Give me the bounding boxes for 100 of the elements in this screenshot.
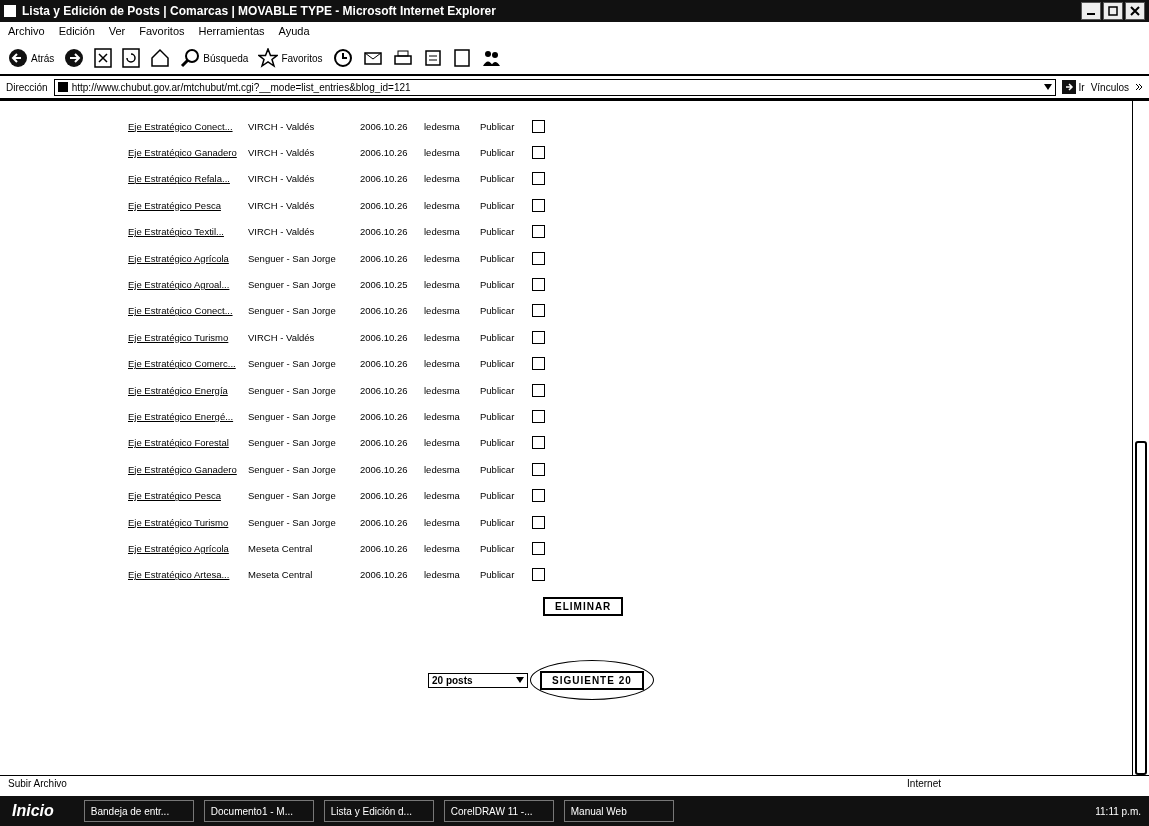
post-title-link[interactable]: Eje Estratégico Ganadero xyxy=(128,147,248,159)
forward-icon[interactable] xyxy=(64,48,85,68)
post-title-link[interactable]: Eje Estratégico Artesa... xyxy=(128,569,248,581)
minimize-icon xyxy=(1087,13,1095,15)
checkbox[interactable] xyxy=(532,436,545,450)
checkbox[interactable] xyxy=(532,489,545,503)
region-cell-text: Senguer - San Jorge xyxy=(248,279,337,291)
search-button[interactable]: Búsqueda xyxy=(180,48,249,68)
status-cell-text: Publicar xyxy=(480,542,516,554)
status-cell-text: Publicar xyxy=(480,279,516,291)
menu-item[interactable]: Favoritos xyxy=(139,25,185,39)
author-cell-text: ledesma xyxy=(424,331,461,343)
printer-icon[interactable] xyxy=(392,48,413,68)
author-cell-text: ledesma xyxy=(424,147,461,159)
status-cell-text: Publicar xyxy=(480,384,516,396)
menu-item[interactable]: Ver xyxy=(108,25,126,39)
checkbox[interactable] xyxy=(532,172,545,186)
status-cell-text: Publicar xyxy=(480,226,516,238)
date-cell-text: 2006.10.26 xyxy=(360,569,409,581)
links-label[interactable]: Vínculos xyxy=(1090,81,1129,93)
menu-item[interactable]: Archivo xyxy=(8,25,45,39)
checkbox[interactable] xyxy=(532,515,545,529)
author-cell-text: ledesma xyxy=(424,358,461,370)
chevron-icon[interactable] xyxy=(1135,83,1143,91)
address-field[interactable]: http://www.chubut.gov.ar/mtchubut/mt.cgi?__mode=list_entries&blog_id=121 xyxy=(53,78,1056,96)
status-cell-text: Publicar xyxy=(480,411,516,422)
author-cell-text: ledesma xyxy=(424,463,461,475)
post-title-link[interactable]: Eje Estratégico Turismo xyxy=(128,516,248,528)
posts-per-page-select[interactable]: 20 posts xyxy=(428,672,528,688)
status-cell-text: Publicar xyxy=(480,463,516,475)
checkbox[interactable] xyxy=(532,357,545,371)
close-button[interactable] xyxy=(1125,2,1145,20)
checkbox[interactable] xyxy=(532,462,545,476)
checkbox[interactable] xyxy=(532,568,545,582)
menu-item[interactable]: Edición xyxy=(58,25,95,39)
edit-icon[interactable] xyxy=(422,48,443,68)
menu-item[interactable]: Herramientas xyxy=(198,25,265,39)
star-icon xyxy=(258,48,279,68)
date-cell-text: 2006.10.26 xyxy=(360,199,409,211)
document-icon[interactable] xyxy=(452,48,471,68)
back-button[interactable]: Atrás xyxy=(8,48,55,68)
checkbox[interactable] xyxy=(532,119,545,133)
author-cell-text: ledesma xyxy=(424,226,461,238)
author-cell-text: ledesma xyxy=(424,384,461,396)
post-title-link[interactable]: Eje Estratégico Refala... xyxy=(128,173,248,185)
checkbox[interactable] xyxy=(532,225,545,239)
post-title-link[interactable]: Eje Estratégico Agrícola xyxy=(128,542,248,554)
post-title-link[interactable]: Eje Estratégico Conect... xyxy=(128,305,248,317)
checkbox[interactable] xyxy=(532,278,545,292)
checkbox[interactable] xyxy=(532,383,545,397)
delete-button[interactable]: ELIMINAR xyxy=(543,597,624,617)
scrollbar[interactable] xyxy=(1132,101,1149,775)
region-cell-text: VIRCH - Valdés xyxy=(248,120,316,132)
stop-icon[interactable] xyxy=(94,48,113,68)
status-cell-text: Publicar xyxy=(480,358,516,370)
post-title-link[interactable]: Eje Estratégico Pesca xyxy=(128,490,248,502)
status-cell-text: Publicar xyxy=(480,173,516,185)
post-title-link[interactable]: Eje Estratégico Agrícola xyxy=(128,252,248,264)
checkbox[interactable] xyxy=(532,541,545,555)
post-title-link[interactable]: Eje Estratégico Ganadero xyxy=(128,463,248,475)
region-cell-text: Senguer - San Jorge xyxy=(248,358,337,370)
taskbar-button[interactable]: Documento1 - M... xyxy=(203,800,314,822)
next-button[interactable]: SIGUIENTE 20 xyxy=(540,671,644,691)
history-icon[interactable] xyxy=(332,48,353,68)
author-cell-text: ledesma xyxy=(424,252,461,264)
people-icon[interactable] xyxy=(480,48,501,68)
taskbar-button[interactable]: CorelDRAW 11 -... xyxy=(443,800,554,822)
region-cell-text: Senguer - San Jorge xyxy=(248,516,337,528)
post-title-link[interactable]: Eje Estratégico Pesca xyxy=(128,199,248,211)
taskbar-button[interactable]: Lista y Edición d... xyxy=(323,800,434,822)
post-title-link[interactable]: Eje Estratégico Forestal xyxy=(128,437,248,449)
checkbox[interactable] xyxy=(532,198,545,212)
taskbar-button[interactable]: Manual Web xyxy=(563,800,674,822)
region-cell-text: Meseta Central xyxy=(248,569,314,581)
maximize-button[interactable] xyxy=(1103,2,1123,20)
author-cell-text: ledesma xyxy=(424,305,461,317)
post-title-link[interactable]: Eje Estratégico Turismo xyxy=(128,331,248,343)
dropdown-arrow-icon[interactable] xyxy=(1043,84,1052,90)
post-title-link[interactable]: Eje Estratégico Comerc... xyxy=(128,358,248,370)
checkbox[interactable] xyxy=(532,330,545,344)
post-title-link[interactable]: Eje Estratégico Energé... xyxy=(128,411,248,422)
minimize-button[interactable] xyxy=(1081,2,1101,20)
post-title-link[interactable]: Eje Estratégico Textil... xyxy=(128,226,248,238)
author-cell-text: ledesma xyxy=(424,173,461,185)
menu-item[interactable]: Ayuda xyxy=(278,25,310,39)
checkbox[interactable] xyxy=(532,251,545,265)
checkbox[interactable] xyxy=(532,304,545,318)
post-title-link[interactable]: Eje Estratégico Agroal... xyxy=(128,279,248,291)
region-cell-text: VIRCH - Valdés xyxy=(248,147,316,159)
post-title-link[interactable]: Eje Estratégico Energía xyxy=(128,384,248,396)
checkbox[interactable] xyxy=(532,410,545,423)
favorites-button[interactable]: Favoritos xyxy=(258,48,323,68)
home-icon[interactable] xyxy=(150,48,171,68)
checkbox[interactable] xyxy=(532,146,545,160)
post-title-link[interactable]: Eje Estratégico Conect... xyxy=(128,120,248,132)
region-cell-text: Senguer - San Jorge xyxy=(248,411,337,422)
taskbar-button[interactable]: Bandeja de entr... xyxy=(83,800,194,822)
refresh-icon[interactable] xyxy=(122,48,141,68)
author-cell-text: ledesma xyxy=(424,279,461,291)
start-button[interactable]: Inicio xyxy=(8,802,74,820)
